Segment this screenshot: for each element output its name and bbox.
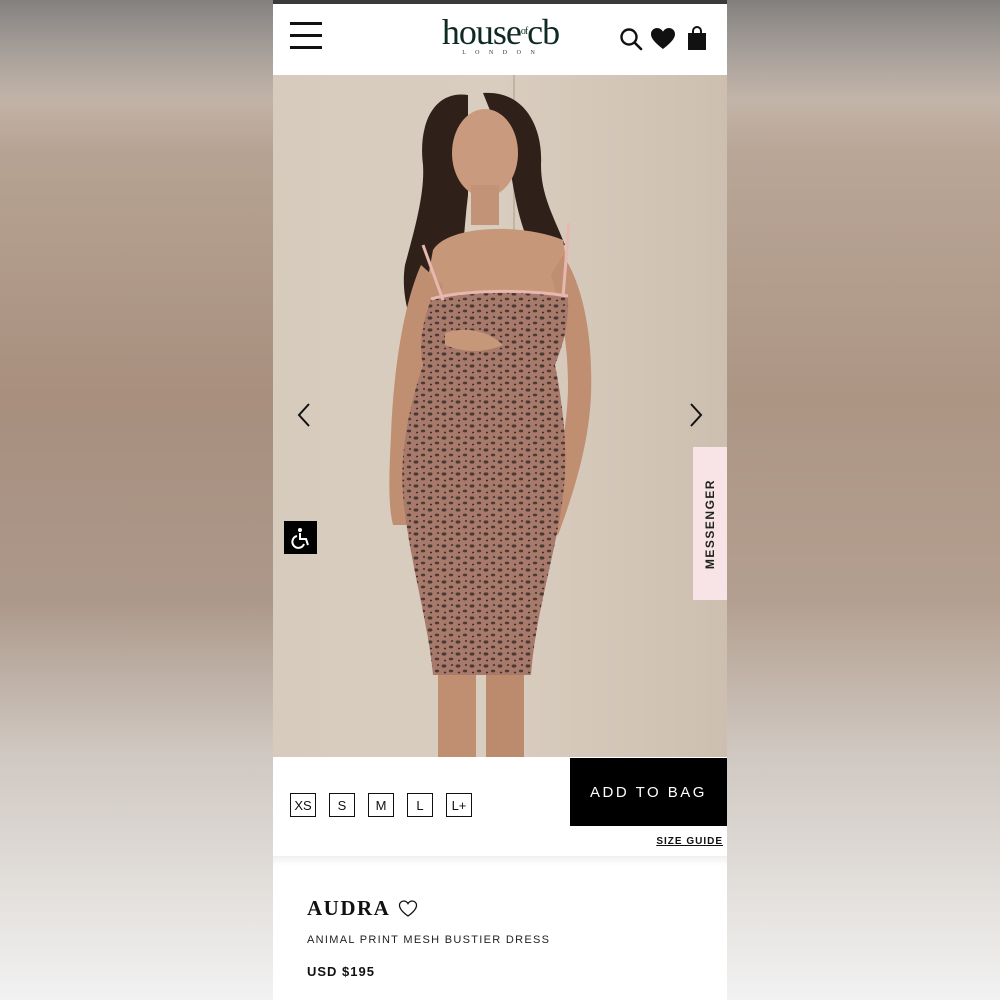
messenger-label: MESSENGER	[703, 478, 717, 569]
size-option-l[interactable]: L	[407, 793, 433, 817]
wishlist-heart-icon[interactable]	[398, 899, 418, 919]
size-option-m[interactable]: M	[368, 793, 394, 817]
size-option-xs[interactable]: XS	[290, 793, 316, 817]
messenger-tab[interactable]: MESSENGER	[693, 447, 727, 600]
background-blur-right	[727, 0, 1000, 1000]
site-header: houseofcb L O N D O N	[273, 4, 727, 75]
bag-icon[interactable]	[685, 26, 709, 52]
model-photo	[389, 92, 592, 757]
brand-logo[interactable]: houseofcb L O N D O N	[423, 12, 578, 56]
size-option-s[interactable]: S	[329, 793, 355, 817]
chevron-left-icon[interactable]	[290, 400, 320, 430]
size-guide-link[interactable]: SIZE GUIDE	[656, 836, 723, 847]
section-divider	[273, 856, 727, 866]
menu-icon[interactable]	[290, 22, 322, 50]
chevron-right-icon[interactable]	[680, 400, 710, 430]
product-name: AUDRA	[307, 896, 391, 920]
product-title-row: AUDRA	[307, 896, 418, 921]
product-price: USD $195	[307, 964, 375, 979]
heart-icon[interactable]	[650, 26, 676, 52]
size-selector: XS S M L L+	[290, 793, 472, 817]
size-option-l-plus[interactable]: L+	[446, 793, 472, 817]
search-icon[interactable]	[618, 26, 644, 52]
mobile-viewport: houseofcb L O N D O N MESSENGER XS S M L…	[273, 0, 727, 1000]
background-blur-left	[0, 0, 273, 1000]
product-image[interactable]: MESSENGER	[273, 75, 727, 757]
product-description: ANIMAL PRINT MESH BUSTIER DRESS	[307, 934, 551, 946]
wheelchair-icon[interactable]	[284, 521, 317, 554]
add-to-bag-button[interactable]: ADD TO BAG	[570, 758, 727, 826]
